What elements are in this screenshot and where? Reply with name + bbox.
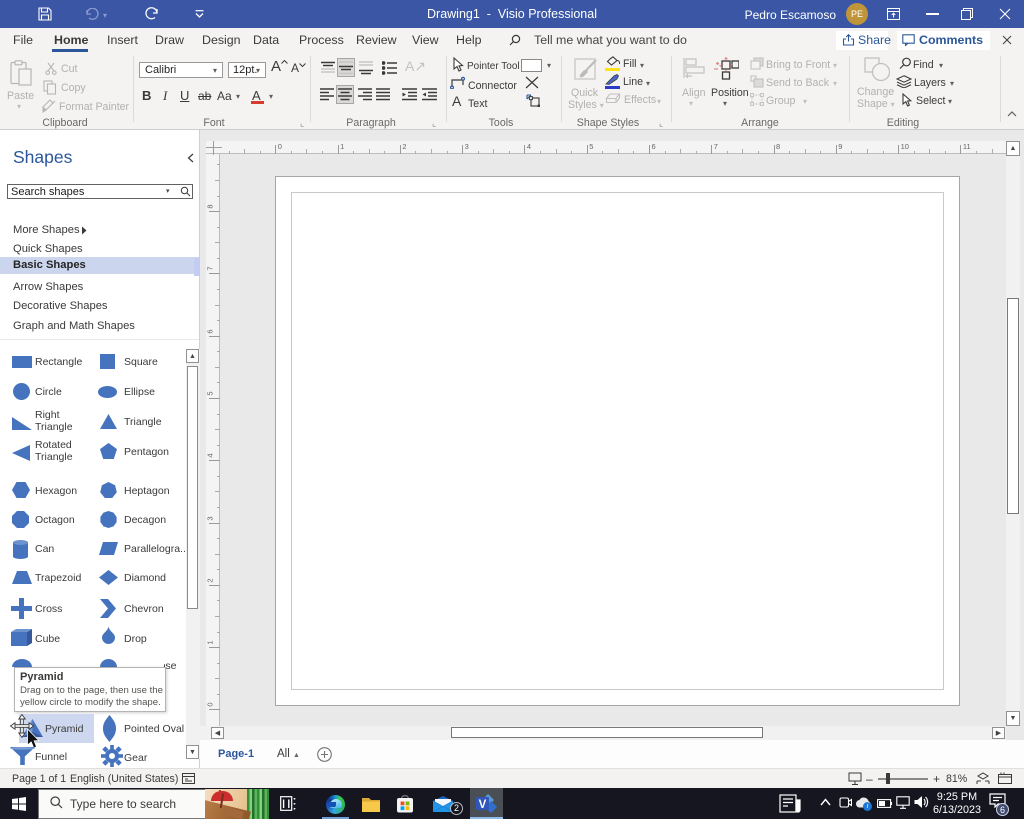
svg-text:V: V — [479, 799, 487, 811]
